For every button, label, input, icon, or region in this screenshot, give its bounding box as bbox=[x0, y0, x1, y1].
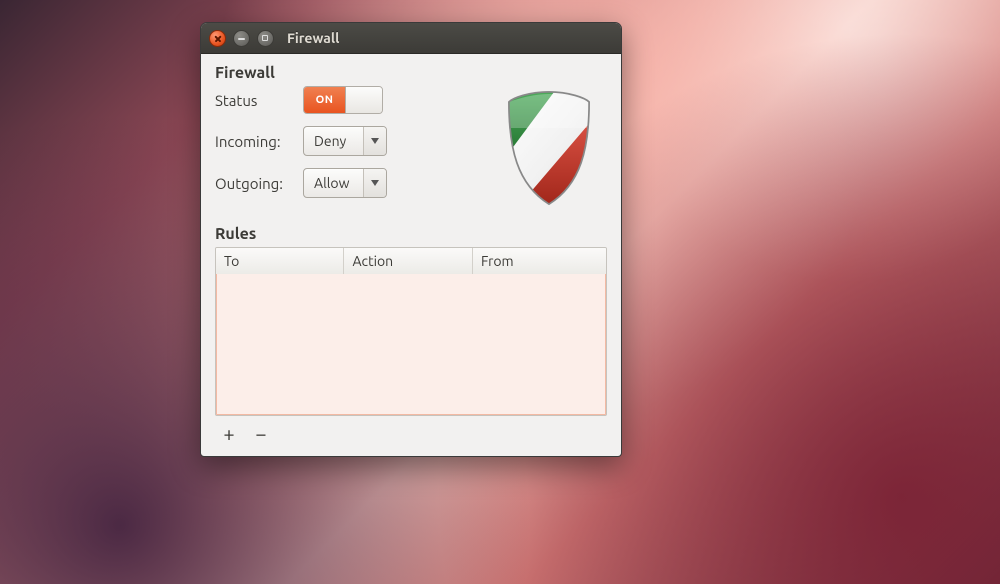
desktop-wallpaper: Firewall Firewall Status ON Incoming: bbox=[0, 0, 1000, 584]
incoming-select-value: Deny bbox=[304, 127, 363, 155]
remove-rule-button[interactable]: − bbox=[251, 424, 271, 444]
rules-table-header: To Action From bbox=[216, 248, 606, 274]
status-toggle-on-label: ON bbox=[304, 87, 345, 113]
outgoing-select-value: Allow bbox=[304, 169, 363, 197]
firewall-section-title: Firewall bbox=[215, 64, 607, 82]
outgoing-label: Outgoing: bbox=[215, 175, 295, 192]
status-label: Status bbox=[215, 92, 295, 109]
maximize-icon[interactable] bbox=[257, 30, 274, 47]
chevron-down-icon bbox=[363, 169, 386, 197]
minimize-icon[interactable] bbox=[233, 30, 250, 47]
column-action[interactable]: Action bbox=[344, 248, 472, 274]
rules-section-title: Rules bbox=[215, 225, 607, 243]
column-to[interactable]: To bbox=[216, 248, 344, 274]
column-from[interactable]: From bbox=[473, 248, 606, 274]
shield-icon bbox=[499, 86, 607, 211]
window-content: Firewall Status ON Incoming: Deny bbox=[201, 54, 621, 456]
firewall-window: Firewall Firewall Status ON Incoming: bbox=[200, 22, 622, 457]
rules-table-body[interactable] bbox=[216, 274, 606, 415]
window-title: Firewall bbox=[287, 30, 339, 46]
incoming-label: Incoming: bbox=[215, 133, 295, 150]
add-rule-button[interactable]: + bbox=[219, 424, 239, 444]
rules-table: To Action From bbox=[215, 247, 607, 416]
outgoing-select[interactable]: Allow bbox=[303, 168, 387, 198]
minus-icon: − bbox=[255, 424, 266, 444]
plus-icon: + bbox=[223, 424, 234, 444]
status-toggle[interactable]: ON bbox=[303, 86, 383, 114]
chevron-down-icon bbox=[363, 127, 386, 155]
incoming-select[interactable]: Deny bbox=[303, 126, 387, 156]
close-icon[interactable] bbox=[209, 30, 226, 47]
status-toggle-knob bbox=[345, 87, 382, 113]
titlebar[interactable]: Firewall bbox=[201, 23, 621, 54]
